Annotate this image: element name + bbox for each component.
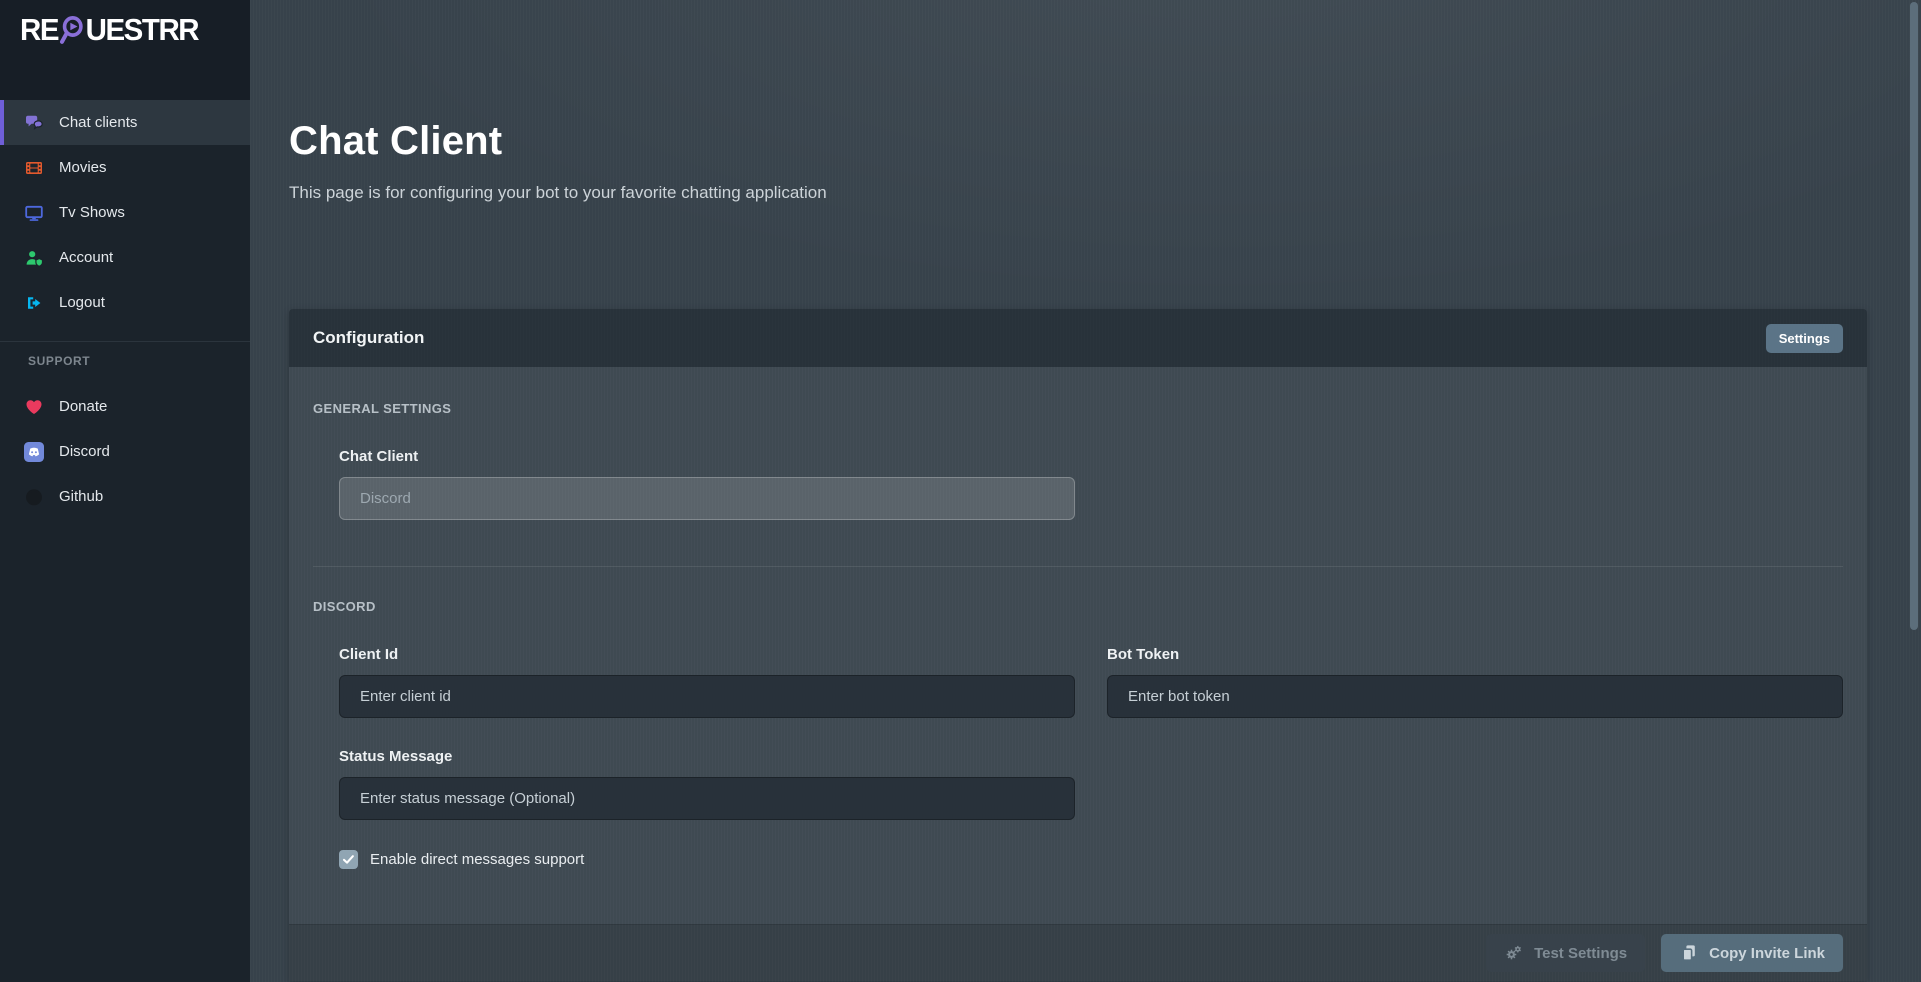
status-message-label: Status Message [339, 748, 1075, 765]
card-title: Configuration [313, 328, 1766, 348]
sidebar-item-label: Discord [59, 443, 110, 460]
bot-token-input[interactable] [1107, 675, 1843, 718]
dm-support-label: Enable direct messages support [370, 851, 584, 868]
status-message-input[interactable] [339, 777, 1075, 820]
app-logo[interactable]: RE UESTRR [0, 0, 250, 100]
sign-out-icon [24, 293, 44, 313]
sidebar-item-label: Donate [59, 398, 107, 415]
dm-support-checkbox[interactable] [339, 850, 358, 869]
scrollbar-thumb[interactable] [1910, 2, 1918, 630]
sidebar-item-chat-clients[interactable]: Chat clients [0, 100, 250, 145]
test-settings-button[interactable]: Test Settings [1486, 934, 1645, 972]
client-id-label: Client Id [339, 646, 1075, 663]
client-id-input[interactable] [339, 675, 1075, 718]
bot-token-field-group: Bot Token [1107, 646, 1843, 718]
status-message-field-group: Status Message [339, 748, 1075, 820]
tv-icon [24, 203, 44, 223]
film-icon [24, 158, 44, 178]
bot-token-label: Bot Token [1107, 646, 1843, 663]
section-divider [313, 566, 1843, 567]
sidebar-item-movies[interactable]: Movies [0, 145, 250, 190]
card-body: GENERAL SETTINGS Chat Client DISCORD Cli… [289, 367, 1867, 869]
chat-client-label: Chat Client [339, 448, 1843, 465]
card-footer: Test Settings Copy Invite Link [289, 924, 1867, 981]
support-section-header: SUPPORT [0, 354, 250, 368]
sidebar-item-label: Account [59, 249, 113, 266]
main-content: Chat Client This page is for configuring… [250, 0, 1921, 982]
page-subtitle: This page is for configuring your bot to… [289, 182, 1867, 203]
dm-support-row: Enable direct messages support [339, 850, 1843, 869]
comments-icon [24, 113, 44, 133]
client-id-field-group: Client Id [339, 646, 1075, 718]
heart-icon [24, 397, 44, 417]
sidebar-item-label: Movies [59, 159, 107, 176]
configuration-card: Configuration Settings GENERAL SETTINGS … [289, 309, 1867, 981]
settings-button[interactable]: Settings [1766, 324, 1843, 353]
test-settings-label: Test Settings [1534, 945, 1627, 962]
sidebar-item-label: Chat clients [59, 114, 137, 131]
sidebar-item-discord[interactable]: Discord [0, 429, 250, 474]
card-header: Configuration Settings [289, 309, 1867, 367]
github-icon [24, 487, 44, 507]
user-shield-icon [24, 248, 44, 268]
sidebar-item-label: Tv Shows [59, 204, 125, 221]
page-title: Chat Client [289, 118, 1867, 164]
general-settings-header: GENERAL SETTINGS [313, 401, 1843, 416]
sidebar-item-donate[interactable]: Donate [0, 384, 250, 429]
chat-client-select[interactable] [339, 477, 1075, 520]
sidebar-item-github[interactable]: Github [0, 474, 250, 519]
cogs-icon [1504, 943, 1524, 963]
sidebar-item-label: Logout [59, 294, 105, 311]
sidebar-item-account[interactable]: Account [0, 235, 250, 280]
check-icon [341, 852, 356, 867]
sidebar: RE UESTRR Chat clients [0, 0, 250, 982]
copy-invite-link-button[interactable]: Copy Invite Link [1661, 934, 1843, 972]
discord-section-header: DISCORD [313, 599, 1843, 614]
sidebar-divider [0, 341, 250, 342]
sidebar-item-label: Github [59, 488, 103, 505]
copy-icon [1679, 943, 1699, 963]
app-window: RE UESTRR Chat clients [0, 0, 1921, 982]
magnifier-play-icon [59, 14, 85, 47]
app-logo-text: RE UESTRR [20, 12, 198, 48]
logo-text-pre: RE [20, 12, 58, 48]
copy-invite-link-label: Copy Invite Link [1709, 945, 1825, 962]
logo-text-post: UESTRR [86, 12, 199, 48]
sidebar-item-logout[interactable]: Logout [0, 280, 250, 325]
discord-icon [24, 442, 44, 462]
sidebar-item-tv-shows[interactable]: Tv Shows [0, 190, 250, 235]
